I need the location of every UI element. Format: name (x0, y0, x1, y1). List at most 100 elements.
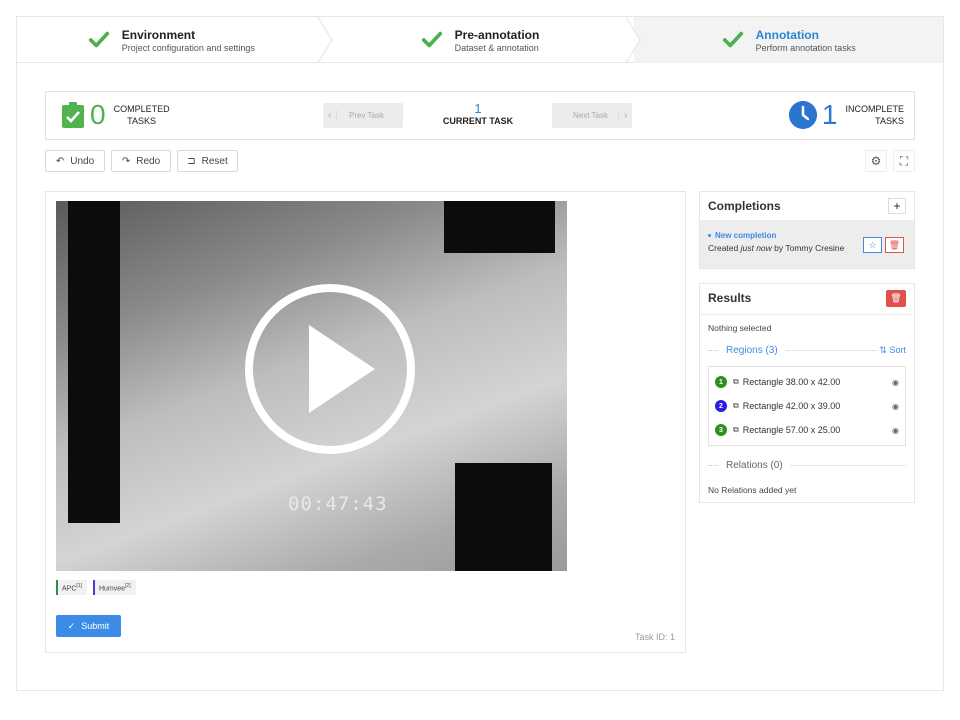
redo-label: Redo (136, 155, 161, 167)
reset-label: Reset (201, 155, 228, 167)
label-name: Humvee (98, 585, 126, 593)
check-icon (421, 31, 442, 48)
step-subtitle: Project configuration and settings (121, 42, 255, 53)
bullet-icon (708, 234, 711, 238)
completed-count: 0 (90, 99, 106, 130)
undo-icon: ↶ (55, 155, 65, 167)
video-dark-region (68, 201, 120, 523)
relations-header: Relations (0) (700, 460, 914, 471)
step-divider (626, 17, 641, 63)
clock-icon (788, 101, 817, 129)
undo-label: Undo (70, 155, 95, 167)
app-frame: Environment Project configuration and set… (16, 16, 944, 691)
clipboard-check-icon (62, 102, 84, 128)
chevron-right-icon: › (618, 110, 632, 121)
region-label: Rectangle 42.00 x 39.00 (742, 401, 841, 411)
trash-icon: 🗑 (888, 239, 901, 250)
completed-label: COMPLETED (113, 104, 170, 114)
rectangle-icon: ⧉ (733, 377, 739, 386)
step-title: Environment (121, 27, 196, 42)
incomplete-label-2: TASKS (875, 116, 904, 126)
redo-icon: ↷ (121, 155, 131, 167)
region-item[interactable]: 3 ⧉ Rectangle 57.00 x 25.00 ◉ (709, 418, 905, 442)
delete-results-button[interactable]: 🗑 (886, 289, 906, 307)
rectangle-icon: ⧉ (733, 401, 739, 410)
gear-icon: ⚙ (870, 154, 882, 168)
redo-button[interactable]: ↷ Redo (111, 150, 171, 172)
region-list: 1 ⧉ Rectangle 38.00 x 42.00 ◉ 2 ⧉ Rectan… (708, 366, 906, 446)
region-number: 1 (715, 376, 727, 388)
step-divider (317, 17, 333, 63)
eye-icon[interactable]: ◉ (892, 426, 899, 435)
video-player[interactable]: 00:47:43 (56, 201, 567, 571)
step-pre-annotation[interactable]: Pre-annotation Dataset & annotation (326, 17, 641, 63)
check-icon (88, 31, 109, 48)
star-button[interactable]: ☆ (863, 237, 882, 253)
step-environment[interactable]: Environment Project configuration and set… (17, 17, 333, 63)
label-humvee[interactable]: Humvee[2] (92, 580, 136, 596)
video-dark-region (444, 201, 555, 253)
eye-icon[interactable]: ◉ (892, 378, 899, 387)
region-item[interactable]: 1 ⧉ Rectangle 38.00 x 42.00 ◉ (709, 370, 905, 394)
settings-button[interactable]: ⚙ (865, 150, 887, 172)
completion-item[interactable]: New completion Created just now by Tommy… (700, 220, 914, 268)
label-hotkey: [1] (76, 583, 82, 589)
fullscreen-button[interactable]: ⛶ (893, 150, 915, 172)
regions-header: Regions (3) ⇅ Sort (700, 345, 914, 356)
results-panel: Results 🗑 Nothing selected Regions (3) ⇅ … (699, 283, 915, 503)
sort-icon: ⇅ (879, 345, 887, 355)
play-icon[interactable] (245, 284, 415, 454)
prev-task-button[interactable]: ‹ Prev Task (323, 103, 403, 128)
incomplete-label: INCOMPLETE (845, 104, 904, 114)
completed-tasks: 0 COMPLETED TASKS (62, 101, 170, 129)
steps-bar: Environment Project configuration and set… (17, 17, 944, 63)
annotation-panel: 00:47:43 APC[1] Humvee[2] ✓ Submit Task I… (45, 191, 686, 653)
next-task-label: Next Task (573, 111, 608, 120)
submit-label: Submit (81, 621, 110, 631)
current-task-number: 1 (474, 101, 482, 116)
trash-icon: 🗑 (890, 292, 902, 303)
sort-button[interactable]: ⇅ Sort (879, 345, 906, 356)
created-prefix: Created (708, 243, 741, 253)
plus-icon: + (893, 199, 901, 213)
reset-button[interactable]: ⊐ Reset (177, 150, 238, 172)
next-task-button[interactable]: Next Task › (552, 103, 632, 128)
label-hotkey: [2] (125, 583, 131, 589)
created-time: just now (740, 243, 772, 253)
prev-task-label: Prev Task (349, 111, 384, 120)
region-label: Rectangle 57.00 x 25.00 (742, 425, 841, 435)
regions-title[interactable]: Regions (3) (726, 345, 778, 356)
region-label: Rectangle 38.00 x 42.00 (742, 377, 841, 387)
step-subtitle: Dataset & annotation (454, 42, 539, 53)
region-number: 2 (715, 400, 727, 412)
label-name: APC (62, 585, 77, 593)
add-completion-button[interactable]: + (888, 198, 906, 214)
created-by: by Tommy Cresine (771, 243, 845, 253)
submit-button[interactable]: ✓ Submit (56, 615, 121, 637)
task-bar: 0 COMPLETED TASKS ‹ Prev Task 1 CURRENT TA… (45, 91, 915, 140)
step-annotation[interactable]: Annotation Perform annotation tasks (634, 17, 944, 63)
eye-icon[interactable]: ◉ (892, 402, 899, 411)
step-title: Pre-annotation (454, 27, 540, 42)
selection-status: Nothing selected (700, 314, 914, 333)
task-id: Task ID: 1 (634, 632, 675, 642)
rectangle-icon: ⧉ (733, 425, 739, 434)
video-dark-region (455, 463, 552, 571)
completions-title: Completions (708, 199, 781, 213)
no-relations-text: No Relations added yet (708, 485, 797, 495)
video-timestamp: 00:47:43 (288, 493, 388, 515)
label-apc[interactable]: APC[1] (56, 580, 87, 596)
incomplete-count: 1 (821, 99, 838, 130)
check-icon: ✓ (67, 620, 76, 631)
delete-completion-button[interactable]: 🗑 (885, 237, 904, 253)
current-task: 1 CURRENT TASK (438, 101, 518, 126)
region-number: 3 (715, 424, 727, 436)
relations-title[interactable]: Relations (0) (726, 460, 783, 471)
undo-button[interactable]: ↶ Undo (45, 150, 105, 172)
label-list: APC[1] Humvee[2] (56, 580, 136, 596)
results-title: Results (708, 291, 752, 305)
incomplete-tasks: 1 INCOMPLETE TASKS (788, 99, 904, 130)
star-icon: ☆ (868, 239, 877, 250)
expand-icon: ⛶ (899, 153, 909, 168)
region-item[interactable]: 2 ⧉ Rectangle 42.00 x 39.00 ◉ (709, 394, 905, 418)
